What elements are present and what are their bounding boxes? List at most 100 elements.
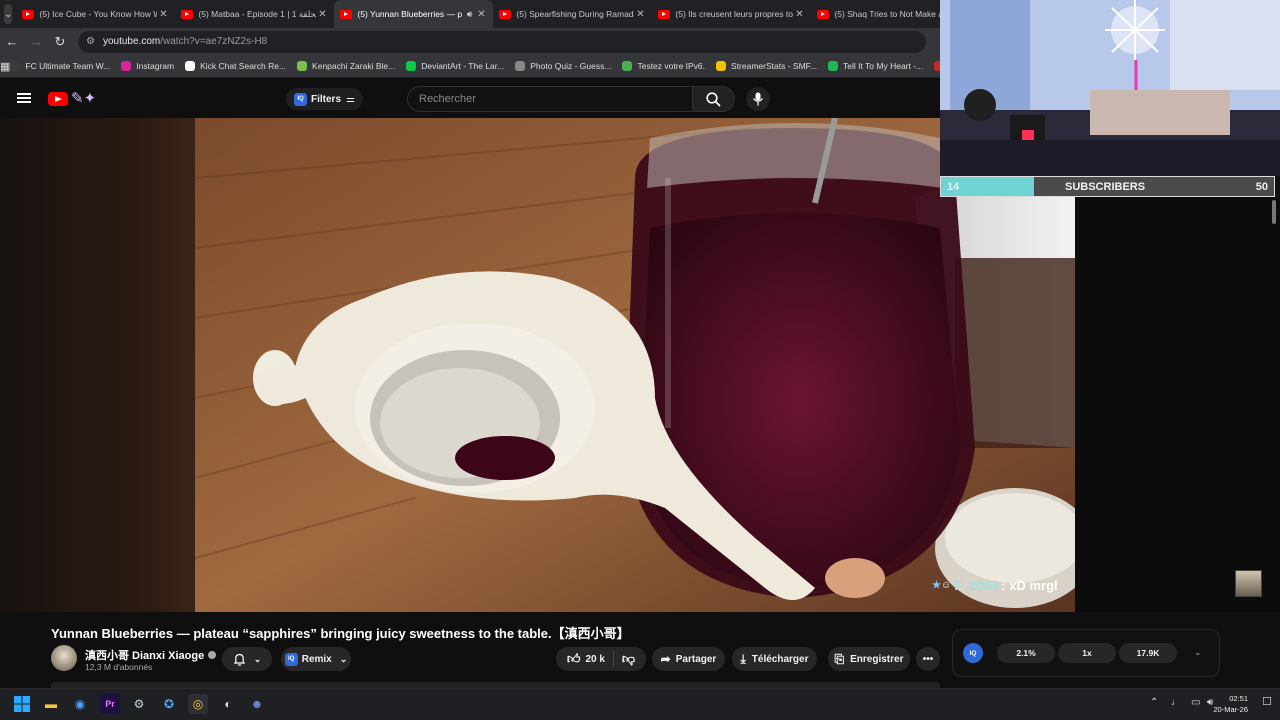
doodle-icon[interactable]: ✎✦: [71, 89, 96, 107]
subscriber-goal-bar: 14 SUBSCRIBERS 50: [940, 176, 1275, 197]
site-info-icon[interactable]: ⚙: [86, 36, 95, 47]
steam-icon[interactable]: ⚙: [129, 694, 149, 714]
tab-title: (5) Yunnan Blueberries — p: [357, 9, 463, 19]
file-explorer-icon[interactable]: ▬: [41, 694, 61, 714]
tab-title: (5) Shaq Tries to Not Make a: [834, 9, 944, 19]
bookmark-label: Tell It To My Heart -...: [843, 61, 924, 71]
share-button[interactable]: ➦ Partager: [652, 647, 725, 671]
bookmark-item[interactable]: StreamerStats - SMF...: [716, 61, 817, 71]
browser-tab[interactable]: (5) Yunnan Blueberries — p 🔊︎ ✕: [334, 0, 494, 28]
discord-icon[interactable]: ☻: [247, 694, 267, 714]
more-actions-button[interactable]: •••: [916, 647, 940, 671]
bookmark-label: StreamerStats - SMF...: [731, 61, 817, 71]
url-host: youtube.com: [102, 36, 161, 47]
forward-icon[interactable]: →: [24, 34, 48, 49]
filters-button[interactable]: IQ Filters ⚌: [286, 88, 363, 110]
sliders-icon: ⚌: [346, 93, 355, 105]
iq-stat-3[interactable]: 17.9K: [1119, 643, 1177, 663]
iq-stat-1[interactable]: 2.1%: [997, 643, 1055, 663]
chevron-down-icon: ⌄: [253, 653, 262, 664]
close-tab-icon[interactable]: ✕: [475, 9, 487, 20]
bookmark-favicon-icon: [406, 61, 417, 71]
tray-chevron-icon[interactable]: ⌃: [1150, 697, 1158, 708]
youtube-logo-icon[interactable]: [48, 92, 68, 106]
reload-icon[interactable]: ↻: [48, 34, 72, 50]
download-icon: ⤓: [740, 651, 746, 666]
channel-avatar[interactable]: [51, 645, 77, 671]
bookmark-favicon-icon: [828, 61, 838, 71]
back-icon[interactable]: ←: [0, 34, 24, 49]
battlenet-icon[interactable]: ✪: [159, 694, 179, 714]
bookmark-favicon-icon: [515, 61, 526, 71]
browser-tab[interactable]: (5) Ice Cube - You Know How W ✕: [16, 0, 175, 28]
apps-grid-icon[interactable]: ▦: [0, 60, 10, 73]
filters-label: Filters: [311, 93, 342, 105]
chrome-icon[interactable]: ◎: [188, 694, 208, 714]
notifications-icon[interactable]: ☐: [1262, 695, 1272, 708]
network-icon[interactable]: ▭: [1191, 697, 1200, 708]
subscriber-goal: 50: [1255, 180, 1268, 193]
chat-username: F_2004: [954, 577, 999, 593]
bookmark-item[interactable]: DeviantArt - The Lar...: [406, 61, 504, 71]
channel-name[interactable]: 滇西小哥 Dianxi Xiaoge: [85, 647, 217, 663]
bookmark-item[interactable]: Testez votre IPv6.: [622, 61, 705, 71]
bookmark-item[interactable]: FC Ultimate Team W...: [10, 61, 110, 71]
search-input[interactable]: Rechercher: [407, 86, 693, 112]
bookmark-favicon-icon: [121, 61, 132, 71]
premiere-icon[interactable]: Pr: [100, 694, 120, 714]
close-tab-icon[interactable]: ✕: [316, 9, 328, 20]
windows-start-icon[interactable]: [12, 694, 32, 714]
close-tab-icon[interactable]: ✕: [157, 9, 169, 20]
menu-icon[interactable]: [17, 93, 31, 103]
youtube-favicon-icon: [340, 9, 353, 19]
bookmark-favicon-icon: [297, 61, 308, 71]
tab-search-button[interactable]: ⌄: [4, 4, 13, 24]
bookmarks-bar: ▦ FC Ultimate Team W... Instagram Kick Cha…: [0, 55, 972, 78]
youtube-favicon-icon: [658, 9, 671, 19]
verified-icon: [208, 651, 217, 659]
system-clock[interactable]: 02:51 20-Mar-26: [1213, 693, 1248, 715]
browser-tab[interactable]: (5) Ils creusent leurs propres to ✕: [652, 0, 811, 28]
dislike-button[interactable]: 👎︎: [622, 651, 635, 667]
browser-tab[interactable]: (5) Spearfishing During Ramada ✕: [493, 0, 652, 28]
remix-label: Remix: [301, 653, 332, 665]
share-label: Partager: [675, 653, 717, 665]
subscriber-count: 14: [947, 180, 960, 193]
channel-name-text: 滇西小哥 Dianxi Xiaoge: [85, 650, 205, 662]
browser-tab[interactable]: (5) Matbaa - Episode 1 | 1 الحلقة✕: [175, 0, 334, 28]
subscriber-count-text: 12,3 M d'abonnés: [85, 662, 153, 672]
bookmark-item[interactable]: Kick Chat Search Re...: [185, 61, 286, 71]
video-letterbox: [0, 118, 195, 612]
tab-title: (5) Ils creusent leurs propres to: [675, 9, 794, 19]
remix-button[interactable]: IQ Remix ⌄: [281, 647, 351, 671]
url-path: /watch?v=ae7zNZ2s-H8: [160, 36, 268, 47]
save-label: Enregistrer: [850, 653, 904, 665]
voice-search-button[interactable]: [746, 87, 770, 111]
close-tab-icon[interactable]: ✕: [634, 9, 646, 20]
volume-icon[interactable]: 🔊︎: [1207, 697, 1213, 708]
emote-icon: ☺: [940, 579, 952, 591]
search-button[interactable]: [692, 86, 735, 112]
bookmark-label: DeviantArt - The Lar...: [421, 61, 505, 71]
close-tab-icon[interactable]: ✕: [793, 9, 805, 20]
save-button[interactable]: ⎘ Enregistrer: [828, 647, 910, 671]
like-button[interactable]: 👍︎ 20 k: [567, 651, 605, 667]
iq-expand-icon[interactable]: ⌄: [1194, 647, 1202, 658]
download-button[interactable]: ⤓ Télécharger: [732, 647, 817, 671]
url-field[interactable]: ⚙ youtube.com/watch?v=ae7zNZ2s-H8: [78, 30, 926, 53]
bookmark-item[interactable]: Tell It To My Heart -...: [828, 61, 923, 71]
like-count: 20 k: [585, 653, 605, 665]
iq-stat-2[interactable]: 1x: [1058, 643, 1116, 663]
bookmark-item[interactable]: Instagram: [121, 61, 174, 71]
notification-button[interactable]: ⌄: [222, 647, 272, 671]
outlook-icon[interactable]: ◉: [70, 694, 90, 714]
bookmark-label: Kick Chat Search Re...: [200, 61, 287, 71]
microphone-tray-icon[interactable]: ♩: [1171, 697, 1181, 708]
chat-scrollbar[interactable]: [1272, 200, 1276, 224]
bookmark-item[interactable]: Photo Quiz - Guess...: [515, 61, 611, 71]
bookmark-item[interactable]: Kenpachi Zaraki Ble...: [297, 61, 395, 71]
obs-icon[interactable]: ◐: [218, 694, 238, 714]
youtube-favicon-icon: [22, 9, 35, 19]
audio-playing-icon[interactable]: 🔊︎: [467, 9, 473, 20]
youtube-favicon-icon: [181, 9, 194, 19]
